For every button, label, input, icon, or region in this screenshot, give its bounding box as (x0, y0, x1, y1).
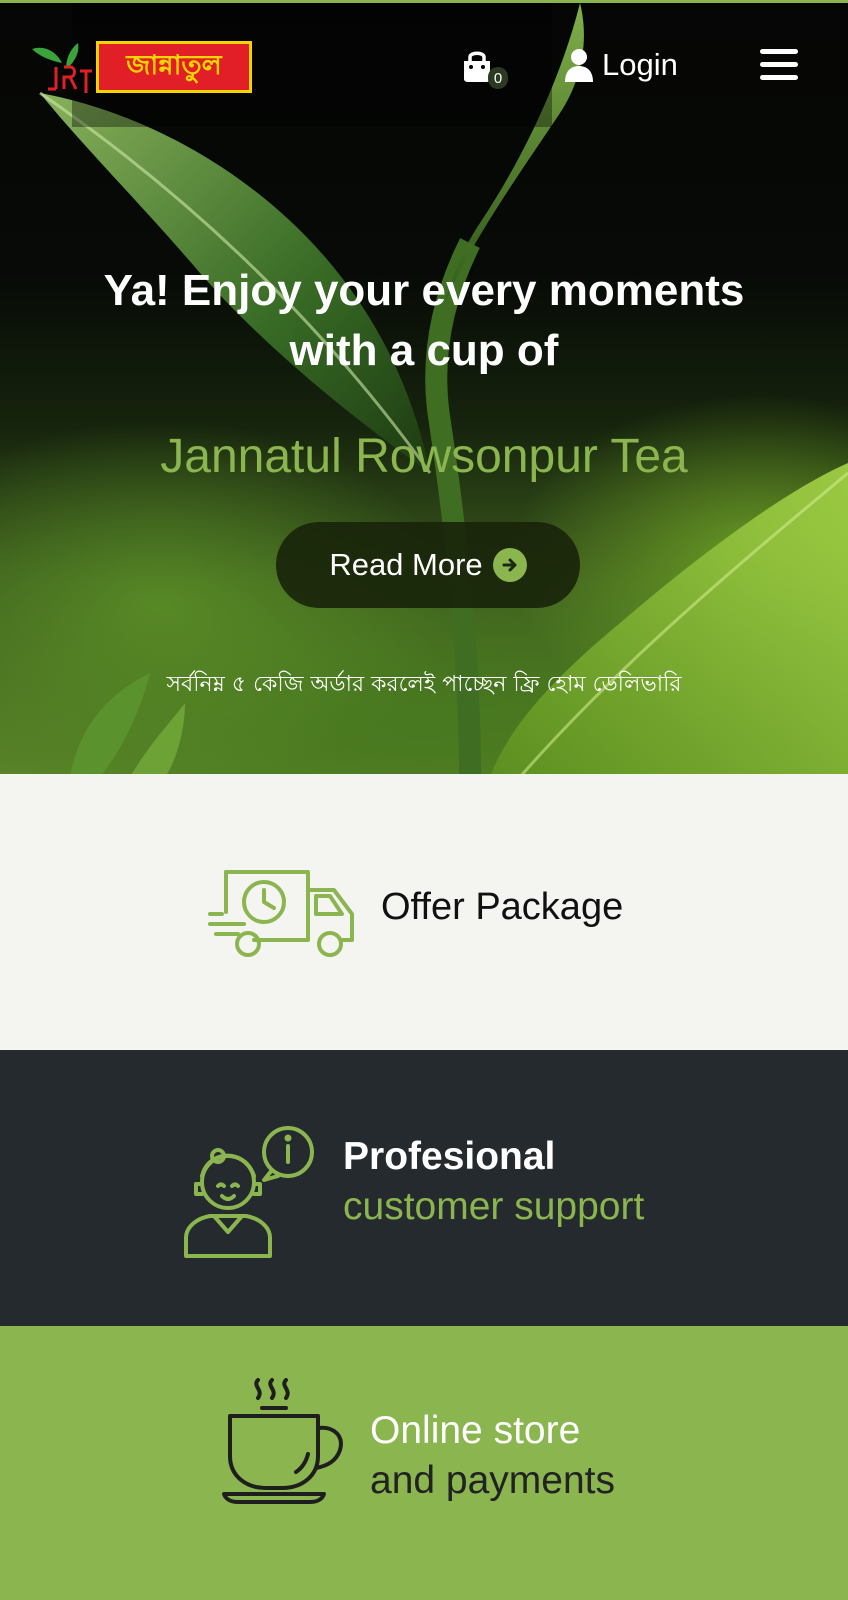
free-delivery-note: সর্বনিম্ন ৫ কেজি অর্ডার করলেই পাচ্ছেন ফ্… (166, 672, 682, 697)
login-label: Login (602, 47, 678, 82)
read-more-label: Read More (329, 547, 483, 582)
tea-leaf-logo-icon (32, 43, 92, 93)
online-store-section[interactable]: Online store and payments (0, 1326, 848, 1600)
support-title: Profesional (343, 1135, 556, 1178)
logo-wordmark: জান্নাতুল (96, 41, 252, 93)
customer-support-text: Profesional customer support (343, 1132, 644, 1232)
menu-bar (760, 49, 798, 54)
menu-bar (760, 75, 798, 80)
menu-bar (760, 62, 798, 67)
customer-support-section[interactable]: Profesional customer support (0, 1050, 848, 1326)
login-link[interactable]: Login (564, 45, 678, 85)
hero-brand-name: Jannatul Rowsonpur Tea (160, 430, 688, 483)
delivery-truck-icon (208, 870, 354, 957)
online-store-text: Online store and payments (370, 1406, 615, 1506)
support-subtitle: customer support (343, 1185, 645, 1228)
user-icon (565, 49, 593, 82)
hamburger-menu-button[interactable] (760, 49, 798, 81)
brand-logo[interactable]: জান্নাতুল (26, 37, 252, 97)
store-subtitle: and payments (370, 1459, 615, 1502)
cart-count-badge: 0 (488, 67, 508, 89)
offer-package-section[interactable]: Offer Package (0, 774, 848, 1050)
cart-button[interactable]: 0 (462, 47, 510, 95)
arrow-right-circle-icon (492, 548, 527, 582)
top-navbar: জান্নাতুল 0 Login (0, 3, 848, 127)
coffee-cup-icon (222, 1378, 343, 1504)
hero-banner: জান্নাতুল 0 Login Ya! Enjoy your every m… (0, 0, 848, 774)
read-more-button[interactable]: Read More (276, 522, 580, 608)
hero-title: Ya! Enjoy your every moments with a cup … (103, 266, 745, 375)
customer-support-icon (184, 1126, 314, 1258)
store-title: Online store (370, 1409, 581, 1452)
offer-package-label: Offer Package (381, 886, 624, 928)
